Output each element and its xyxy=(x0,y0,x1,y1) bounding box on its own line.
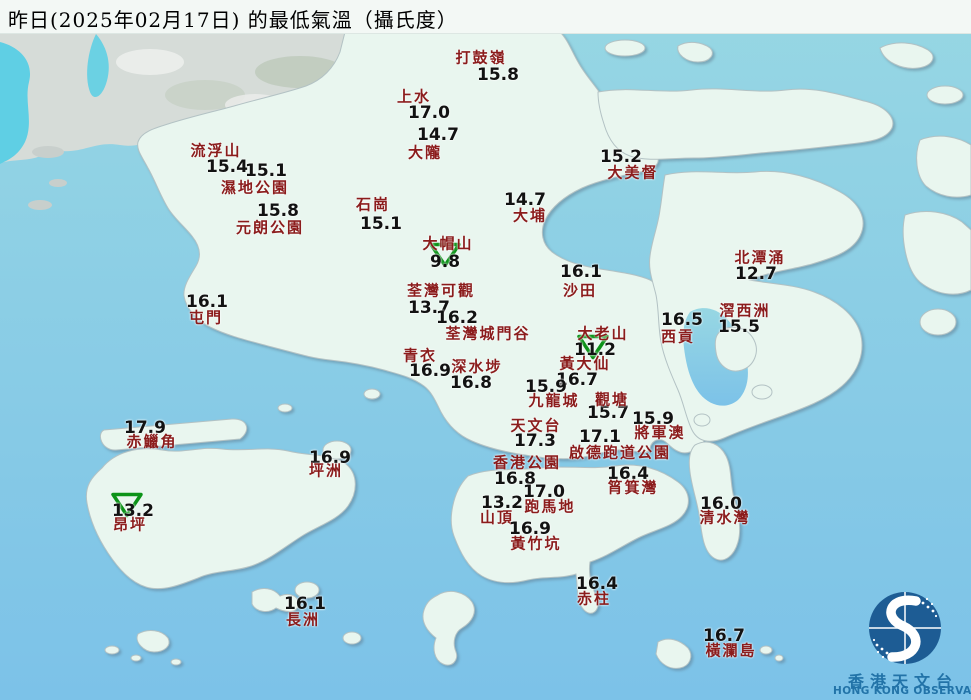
station-name: 跑馬地 xyxy=(524,497,576,516)
station-name: 大帽山 xyxy=(422,234,474,253)
islet xyxy=(104,645,120,655)
station-value: 15.8 xyxy=(477,65,519,85)
station-name: 荃灣城門谷 xyxy=(445,324,531,343)
station-value: 9.8 xyxy=(429,252,461,272)
station-name: 大隴 xyxy=(407,143,443,162)
station-name: 荃灣可觀 xyxy=(406,281,476,300)
station-name: 坪洲 xyxy=(308,461,344,480)
station-name: 清水灣 xyxy=(699,508,751,527)
station-name: 濕地公園 xyxy=(220,178,290,197)
islet xyxy=(277,403,293,413)
hong-kong-map xyxy=(0,0,971,700)
station-name: 元朗公園 xyxy=(235,218,305,237)
station-name: 滘西洲 xyxy=(719,301,771,320)
title-text: 昨日(2025年02月17日) 的最低氣溫（攝氏度） xyxy=(8,8,458,32)
station-name: 上水 xyxy=(396,87,432,106)
station-name: 長洲 xyxy=(285,610,321,629)
station-name: 深水埗 xyxy=(451,357,503,376)
station-name: 流浮山 xyxy=(190,141,242,160)
station-name: 赤柱 xyxy=(576,589,612,608)
station-name: 大老山 xyxy=(577,324,629,343)
islet xyxy=(130,654,142,662)
station-name: 香港公園 xyxy=(492,453,562,472)
hko-logo: 香港天文台 HONG KONG OBSERVATORY xyxy=(833,588,971,700)
island xyxy=(751,384,773,400)
station-value: 15.1 xyxy=(360,214,402,234)
islet xyxy=(363,388,381,400)
station-name: 觀塘 xyxy=(594,390,630,409)
island xyxy=(774,654,784,662)
station-name: 屯門 xyxy=(188,308,224,327)
station-name: 沙田 xyxy=(562,281,598,300)
waglan-island xyxy=(759,645,773,655)
station-name: 打鼓嶺 xyxy=(455,48,507,67)
island xyxy=(342,631,362,645)
station-name: 橫瀾島 xyxy=(705,641,757,660)
hko-logo-symbol xyxy=(869,592,941,664)
station-name: 九龍城 xyxy=(528,391,580,410)
station-name: 西貢 xyxy=(660,327,696,346)
station-name: 天文台 xyxy=(510,416,562,435)
station-name: 大埔 xyxy=(512,206,548,225)
station-name: 青衣 xyxy=(402,346,438,365)
island xyxy=(919,308,957,336)
station-name: 昂坪 xyxy=(112,515,148,534)
station-name: 石崗 xyxy=(355,195,391,214)
island xyxy=(926,85,964,105)
station-name: 大美督 xyxy=(607,163,659,182)
islet xyxy=(170,658,182,666)
hko-name-english: HONG KONG OBSERVATORY xyxy=(833,685,971,697)
station-name: 將軍澳 xyxy=(634,423,686,442)
min-temp-map: 昨日(2025年02月17日) 的最低氣溫（攝氏度） 15.8 打鼓嶺 17.0 上水… xyxy=(0,0,971,700)
map-title: 昨日(2025年02月17日) 的最低氣溫（攝氏度） xyxy=(0,0,971,34)
island xyxy=(693,413,711,427)
station-name: 黃大仙 xyxy=(559,354,611,373)
station-name: 筲箕灣 xyxy=(607,478,659,497)
station-name: 赤鱲角 xyxy=(126,432,178,451)
station-name: 黃竹坑 xyxy=(510,534,562,553)
island xyxy=(604,39,646,57)
station-name: 北潭涌 xyxy=(734,248,786,267)
station-name: 啟德跑道公園 xyxy=(568,443,672,462)
